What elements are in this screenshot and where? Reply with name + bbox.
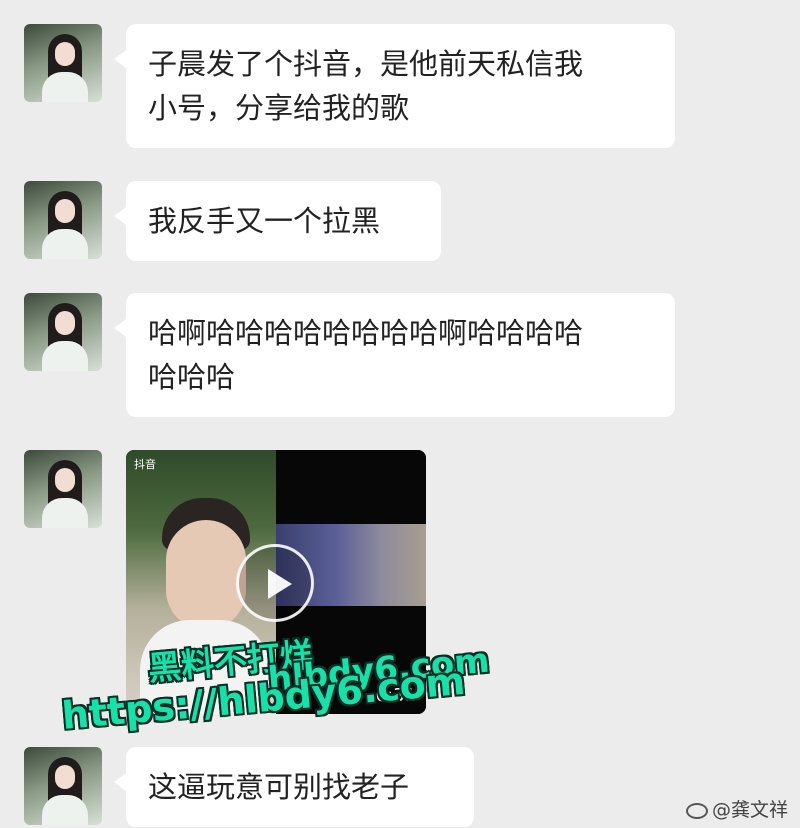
avatar-face (55, 311, 75, 335)
avatar-body (42, 229, 88, 259)
avatar-body (42, 795, 88, 825)
avatar-body (42, 72, 88, 102)
avatar[interactable] (24, 293, 102, 371)
avatar-face (55, 765, 75, 789)
avatar-face (55, 468, 75, 492)
avatar[interactable] (24, 24, 102, 102)
message-text-line: 子晨发了个抖音，是他前天私信我 (148, 47, 584, 81)
message-bubble[interactable]: 子晨发了个抖音，是他前天私信我 小号，分享给我的歌 (114, 24, 675, 148)
message-bubble[interactable]: 我反手又一个拉黑 (114, 181, 441, 261)
avatar-face (55, 199, 75, 223)
message-bubble[interactable]: 哈啊哈哈哈哈哈哈哈哈啊哈哈哈哈 哈哈哈 (114, 293, 675, 417)
video-app-tag: 抖音 (134, 458, 156, 471)
video-person-face (166, 520, 246, 630)
source-credit: @龚文祥 (685, 795, 788, 822)
weibo-icon (685, 802, 708, 819)
play-icon[interactable] (236, 544, 314, 622)
avatar-body (42, 341, 88, 371)
avatar-body (42, 498, 88, 528)
source-credit-text: @龚文祥 (711, 799, 788, 821)
message-text-line: 哈哈哈 (148, 360, 236, 394)
message-text-line: 这逼玩意可别找老子 (148, 770, 410, 804)
message-bubble[interactable]: 这逼玩意可别找老子 (114, 747, 474, 827)
message-text-line: 哈啊哈哈哈哈哈哈哈哈啊哈哈哈哈 (148, 316, 584, 350)
avatar-face (55, 42, 75, 66)
message-text-line: 小号，分享给我的歌 (148, 91, 410, 125)
message-text-line: 我反手又一个拉黑 (148, 204, 381, 238)
avatar[interactable] (24, 747, 102, 825)
avatar[interactable] (24, 450, 102, 528)
avatar[interactable] (24, 181, 102, 259)
